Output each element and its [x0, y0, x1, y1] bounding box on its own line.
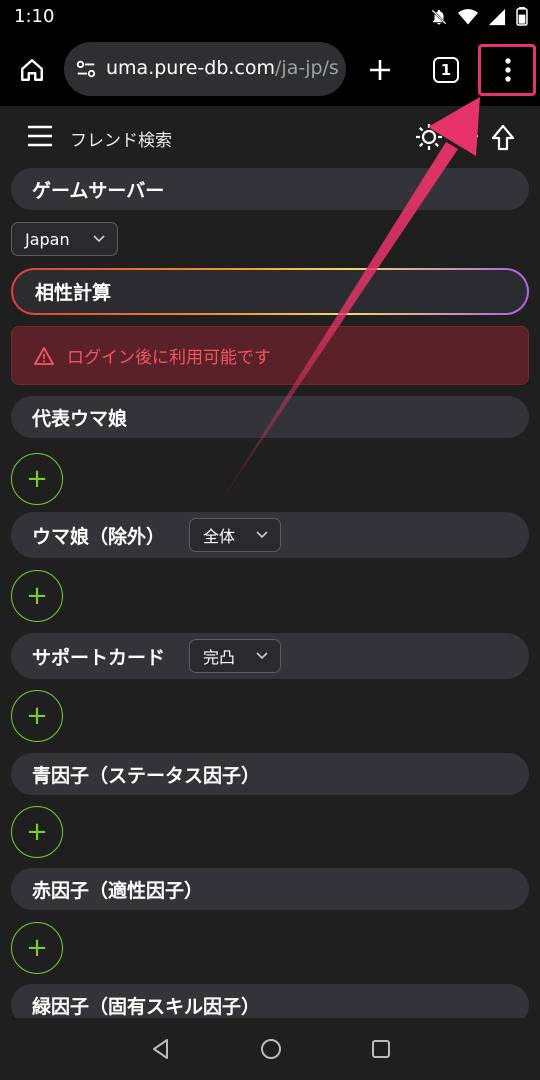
plus-icon: +: [26, 464, 48, 494]
signal-icon: [488, 8, 506, 25]
alert-message: ログイン後に利用可能です: [67, 348, 271, 368]
login-required-alert: ログイン後に利用可能です: [11, 326, 529, 385]
recents-icon: [372, 1040, 390, 1058]
section-blue-factor-label: 青因子（ステータス因子）: [32, 764, 261, 787]
section-red-factor: 赤因子（適性因子）: [11, 868, 529, 910]
home-icon: [21, 59, 43, 81]
section-green-factor-label: 緑因子（固有スキル因子）: [32, 995, 261, 1018]
chevron-down-icon: [256, 652, 268, 660]
plus-icon: +: [26, 581, 48, 611]
add-blue-factor-button[interactable]: +: [11, 806, 63, 858]
menu-highlight-box: [478, 44, 536, 96]
home-nav-button[interactable]: [256, 1034, 286, 1064]
home-button[interactable]: [14, 54, 50, 86]
section-support-card-label: サポートカード: [32, 646, 166, 669]
section-game-server-label: ゲームサーバー: [32, 179, 165, 202]
wifi-icon: [458, 8, 478, 24]
section-compatibility-inner: 相性計算: [13, 270, 527, 313]
tab-switcher-button[interactable]: 1: [426, 52, 466, 88]
upload-button[interactable]: [488, 120, 518, 154]
back-icon: [153, 1039, 168, 1059]
tabs-icon: 1: [433, 57, 459, 83]
status-bar: 1:10: [0, 0, 540, 34]
notifications-off-icon: [431, 8, 447, 25]
chevron-down-icon: [256, 531, 268, 539]
section-game-server: ゲームサーバー: [11, 168, 529, 210]
plus-icon: +: [26, 701, 48, 731]
support-select[interactable]: 完凸: [189, 639, 281, 673]
hamburger-button[interactable]: [24, 120, 56, 152]
add-support-card-button[interactable]: +: [11, 690, 63, 742]
theme-toggle-button[interactable]: [412, 120, 446, 154]
home-nav-icon: [261, 1039, 281, 1059]
plus-icon: +: [26, 817, 48, 847]
download-button[interactable]: [452, 120, 482, 154]
add-red-factor-button[interactable]: +: [11, 922, 63, 974]
url-text[interactable]: uma.pure-db.com/ja-jp/s: [106, 57, 339, 79]
page-title: フレンド検索: [70, 131, 172, 151]
status-time: 1:10: [14, 6, 55, 27]
url-host: uma.pure-db.com: [106, 57, 276, 79]
section-blue-factor: 青因子（ステータス因子）: [11, 753, 529, 795]
server-select[interactable]: Japan: [11, 222, 118, 256]
add-exclude-button[interactable]: +: [11, 570, 63, 622]
system-nav-bar: [0, 1018, 540, 1080]
hamburger-icon: [28, 125, 52, 147]
add-representative-button[interactable]: +: [11, 453, 63, 505]
exclude-select[interactable]: 全体: [189, 518, 281, 552]
section-representative-label: 代表ウマ娘: [32, 407, 128, 430]
warning-icon: [34, 346, 54, 365]
section-red-factor-label: 赤因子（適性因子）: [32, 879, 204, 902]
server-select-value: Japan: [25, 229, 70, 249]
chevron-down-icon: [93, 235, 105, 243]
new-tab-icon: [370, 60, 390, 80]
download-icon: [455, 123, 479, 150]
status-icons: [430, 7, 528, 26]
section-exclude-label: ウマ娘（除外）: [32, 525, 166, 548]
new-tab-button[interactable]: [362, 52, 398, 88]
section-compatibility-label: 相性計算: [35, 282, 112, 304]
recents-button[interactable]: [366, 1034, 396, 1064]
exclude-select-value: 全体: [203, 527, 236, 546]
support-select-value: 完凸: [203, 648, 236, 667]
site-settings-icon[interactable]: [75, 58, 97, 80]
app-header: フレンド検索: [0, 106, 540, 166]
address-bar[interactable]: uma.pure-db.com/ja-jp/s: [64, 42, 346, 96]
upload-icon: [491, 124, 515, 151]
battery-icon: [516, 7, 528, 26]
plus-icon: +: [26, 933, 48, 963]
section-compatibility[interactable]: 相性計算: [11, 268, 529, 315]
back-button[interactable]: [146, 1034, 176, 1064]
section-representative: 代表ウマ娘: [11, 396, 529, 438]
brightness-icon: [416, 124, 442, 150]
browser-toolbar: uma.pure-db.com/ja-jp/s 1: [0, 34, 540, 106]
url-path: /ja-jp/s: [275, 57, 339, 79]
